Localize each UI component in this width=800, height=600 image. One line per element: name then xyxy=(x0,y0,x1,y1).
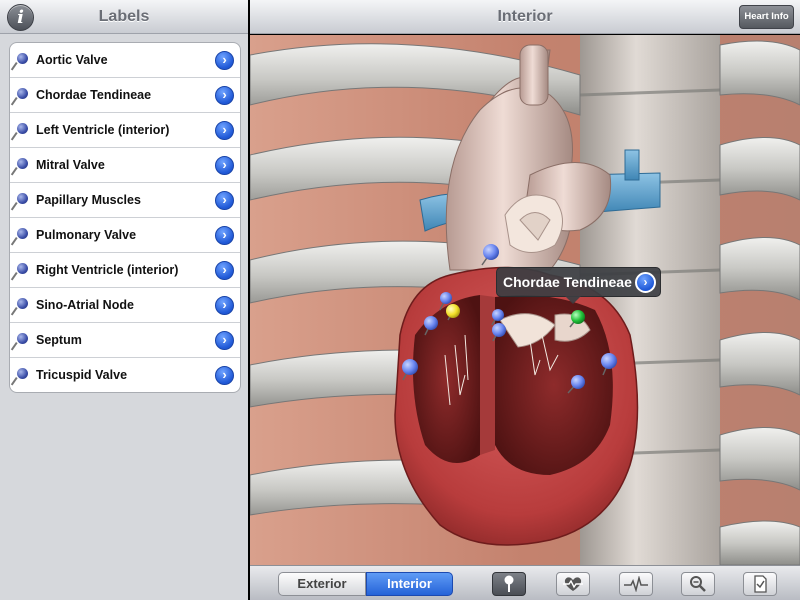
label-item-tricuspid-valve[interactable]: Tricuspid Valve › xyxy=(10,358,240,392)
heartbeat-tool-button[interactable] xyxy=(619,572,653,596)
pin-needle xyxy=(10,202,18,211)
label-item-left-ventricle[interactable]: Left Ventricle (interior) › xyxy=(10,113,240,148)
heart-icon xyxy=(563,577,583,591)
disclosure-arrow-icon[interactable]: › xyxy=(215,121,234,140)
bottom-toolbar: Exterior Interior xyxy=(250,565,800,600)
disclosure-arrow-icon[interactable]: › xyxy=(215,366,234,385)
label-item-text: Septum xyxy=(36,333,82,347)
disclosure-arrow-icon[interactable]: › xyxy=(635,272,656,293)
pin-needle xyxy=(10,62,18,71)
segment-interior[interactable]: Interior xyxy=(366,572,453,596)
document-icon xyxy=(754,575,767,593)
document-tool-button[interactable] xyxy=(743,572,777,596)
label-item-text: Sino-Atrial Node xyxy=(36,298,134,312)
disclosure-arrow-icon[interactable]: › xyxy=(215,261,234,280)
label-item-chordae-tendineae[interactable]: Chordae Tendineae › xyxy=(10,78,240,113)
pin-needle xyxy=(10,167,18,176)
disclosure-arrow-icon[interactable]: › xyxy=(215,296,234,315)
labels-title: Labels xyxy=(98,8,150,25)
disclosure-arrow-icon[interactable]: › xyxy=(215,191,234,210)
disclosure-arrow-icon[interactable]: › xyxy=(215,331,234,350)
label-item-text: Left Ventricle (interior) xyxy=(36,123,170,137)
label-item-papillary-muscles[interactable]: Papillary Muscles › xyxy=(10,183,240,218)
heart-info-button[interactable]: Heart Info xyxy=(739,5,794,29)
label-item-text: Tricuspid Valve xyxy=(36,368,128,382)
heart-illustration xyxy=(250,35,800,565)
label-item-text: Papillary Muscles xyxy=(36,193,141,207)
pin-tool-button[interactable] xyxy=(492,572,526,596)
segment-exterior[interactable]: Exterior xyxy=(278,572,366,596)
pin-icon xyxy=(17,193,28,204)
label-item-pulmonary-valve[interactable]: Pulmonary Valve › xyxy=(10,218,240,253)
pin-needle xyxy=(10,237,18,246)
label-item-text: Mitral Valve xyxy=(36,158,105,172)
pin-needle xyxy=(10,342,18,351)
disclosure-arrow-icon[interactable]: › xyxy=(215,51,234,70)
label-item-text: Chordae Tendineae xyxy=(36,88,152,102)
label-item-right-ventricle[interactable]: Right Ventricle (interior) › xyxy=(10,253,240,288)
label-item-mitral-valve[interactable]: Mitral Valve › xyxy=(10,148,240,183)
label-callout[interactable]: Chordae Tendineae › xyxy=(496,267,661,304)
label-item-text: Pulmonary Valve xyxy=(36,228,137,242)
label-item-text: Aortic Valve xyxy=(36,53,108,67)
pin-icon xyxy=(17,53,28,64)
pin-needle xyxy=(10,307,18,316)
heart-3d-viewport[interactable]: Chordae Tendineae › xyxy=(250,35,800,565)
pin-icon xyxy=(17,123,28,134)
pin-needle xyxy=(10,97,18,106)
disclosure-arrow-icon[interactable]: › xyxy=(215,226,234,245)
labels-panel: i Labels Aortic Valve › Chordae Tendinea… xyxy=(0,0,248,600)
disclosure-arrow-icon[interactable]: › xyxy=(215,156,234,175)
label-item-sino-atrial-node[interactable]: Sino-Atrial Node › xyxy=(10,288,240,323)
viewer-panel: Interior Heart Info Chordae Tendineae › … xyxy=(250,0,800,600)
pin-needle xyxy=(10,132,18,141)
pin-icon xyxy=(17,88,28,99)
pin-icon xyxy=(17,368,28,379)
label-item-aortic-valve[interactable]: Aortic Valve › xyxy=(10,43,240,78)
viewer-header: Interior Heart Info xyxy=(250,0,800,34)
heart-tool-button[interactable] xyxy=(556,572,590,596)
labels-header: i Labels xyxy=(0,0,248,34)
label-item-text: Right Ventricle (interior) xyxy=(36,263,179,277)
pin-icon xyxy=(17,333,28,344)
pin-icon xyxy=(17,228,28,239)
zoom-tool-button[interactable] xyxy=(681,572,715,596)
pin-icon xyxy=(17,158,28,169)
callout-label-text: Chordae Tendineae xyxy=(503,274,632,290)
pin-icon xyxy=(17,263,28,274)
pin-icon xyxy=(17,298,28,309)
label-list: Aortic Valve › Chordae Tendineae › Left … xyxy=(9,42,241,393)
pin-needle xyxy=(10,377,18,386)
viewer-title: Interior xyxy=(497,8,553,25)
pin-needle xyxy=(10,272,18,281)
zoom-icon xyxy=(690,576,706,592)
pin-icon xyxy=(504,575,514,592)
disclosure-arrow-icon[interactable]: › xyxy=(215,86,234,105)
heartbeat-icon xyxy=(624,576,648,592)
label-item-septum[interactable]: Septum › xyxy=(10,323,240,358)
